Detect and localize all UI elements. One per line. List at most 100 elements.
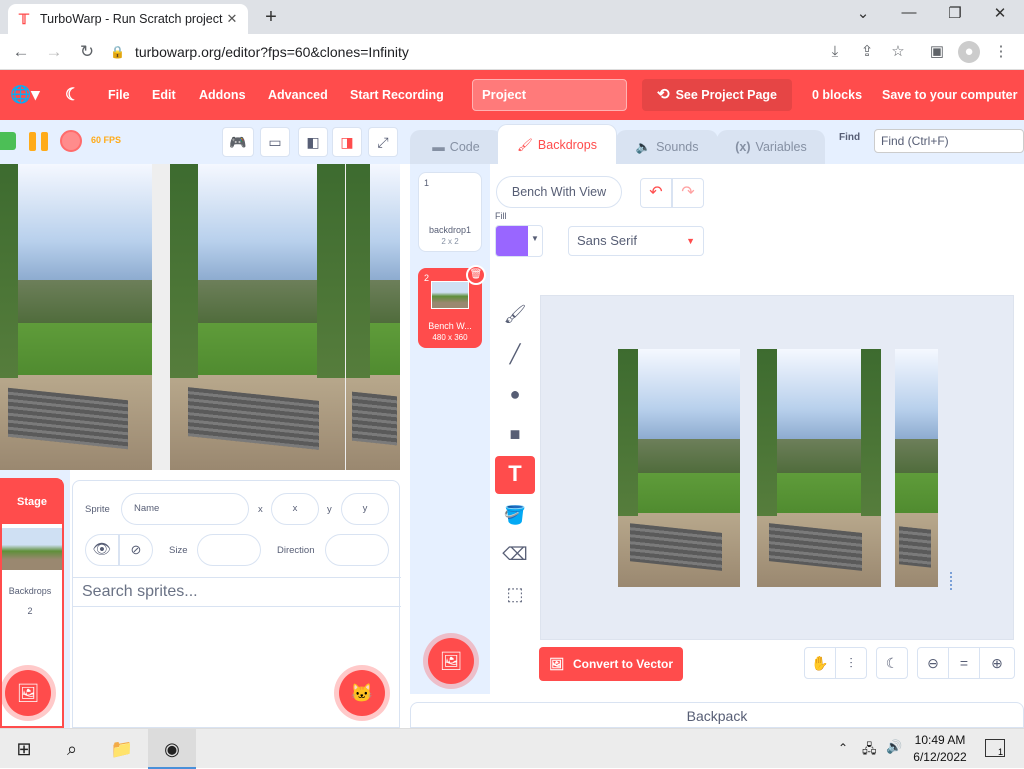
image-add-icon: 🖼 (16, 683, 40, 703)
tab-sounds[interactable]: 🔈 Sounds (616, 130, 718, 164)
new-tab-button[interactable]: + (260, 6, 282, 29)
tab-backdrops[interactable]: 🖌 Backdrops (497, 124, 617, 164)
bookmark-star-icon[interactable]: ☆ (887, 41, 909, 63)
pause-icon-bar[interactable] (41, 132, 48, 151)
convert-to-vector-button[interactable]: 🖼 Convert to Vector (539, 647, 683, 681)
taskbar: ⊞ ⌕ 📁 ◉ ⌃ 🖧 🔊 10:49 AM 6/12/2022 1 (0, 728, 1024, 769)
project-title-input[interactable]: Project (472, 79, 627, 111)
reload-button[interactable]: ↻ (76, 41, 98, 63)
restore-button[interactable]: ❐ (940, 4, 970, 22)
sprite-name-input[interactable]: Name (121, 493, 249, 525)
zoom-in-icon[interactable]: ⊕ (979, 647, 1015, 679)
delete-trash-icon[interactable]: 🗑 (466, 265, 486, 285)
file-explorer-icon[interactable]: 📁 (98, 729, 146, 769)
redo-icon[interactable]: ↷ (672, 178, 704, 208)
hide-eye-icon[interactable]: ⊘ (119, 534, 153, 566)
brush-tool-icon[interactable]: 🖌 (496, 296, 534, 332)
share-icon[interactable]: ⇪ (856, 41, 878, 63)
save-to-computer-button[interactable]: Save to your computer (882, 70, 1017, 120)
zoom-out-icon[interactable]: ⊖ (917, 647, 949, 679)
choose-sprite-button[interactable]: 🐱 (339, 670, 385, 716)
show-eye-icon[interactable]: 👁 (85, 534, 119, 566)
circle-tool-icon[interactable]: ● (496, 376, 534, 412)
lock-icon[interactable]: 🔒 (110, 45, 125, 59)
pause-icon[interactable] (29, 132, 36, 151)
x-label: x (258, 504, 263, 515)
system-clock[interactable]: 10:49 AM 6/12/2022 (905, 732, 975, 766)
bitmap-rotation-icon[interactable]: ⫶ (835, 647, 867, 679)
kebab-menu-icon[interactable]: ⋮ (990, 41, 1012, 63)
gamepad-icon[interactable]: 🎮 (222, 127, 254, 157)
find-input[interactable]: Find (Ctrl+F) (874, 129, 1024, 153)
tab-variables[interactable]: (x) Variables (717, 130, 825, 164)
y-input[interactable]: y (341, 493, 389, 525)
choose-backdrop-paint-button[interactable]: 🖼 (428, 638, 474, 684)
menu-addons[interactable]: Addons (199, 70, 246, 120)
costume-name-input[interactable]: Bench With View (496, 176, 622, 208)
backdrop-tile-selected[interactable]: 2 Bench W... 480 x 360 🗑 (418, 265, 486, 348)
size-input[interactable] (197, 534, 261, 566)
hand-drag-icon[interactable]: ✋ (804, 647, 836, 679)
fullscreen-icon[interactable]: ⤢ (368, 127, 398, 157)
theme-moon-icon[interactable]: ☾ (65, 70, 80, 120)
green-flag-icon[interactable] (0, 132, 16, 150)
fill-bucket-icon[interactable]: 🪣 (496, 497, 534, 533)
chrome-icon[interactable]: ◉ (148, 729, 196, 769)
backdrop-artwork[interactable] (618, 349, 938, 587)
profile-avatar-icon[interactable]: ● (958, 41, 980, 63)
direction-input[interactable] (325, 534, 389, 566)
cat-add-icon: 🐱 (350, 683, 374, 703)
menu-file[interactable]: File (108, 70, 130, 120)
backdrop-tile[interactable]: 1 backdrop1 2 x 2 (418, 172, 482, 252)
windows-start-icon[interactable]: ⊞ (0, 729, 48, 769)
fill-color-picker[interactable]: ▼ (495, 225, 543, 257)
stage-canvas[interactable] (0, 164, 400, 470)
back-button[interactable]: ← (10, 41, 32, 63)
side-panel-icon[interactable]: ▣ (926, 41, 948, 63)
search-sprites-input[interactable]: Search sprites... (73, 577, 401, 607)
network-icon[interactable]: 🖧 (862, 740, 877, 762)
browser-tab[interactable]: 𝕋 TurboWarp - Run Scratch project ✕ (8, 4, 248, 34)
close-tab-icon[interactable]: ✕ (224, 11, 240, 27)
image-icon: 🖼 (549, 657, 565, 671)
undo-icon[interactable]: ↶ (640, 178, 672, 208)
see-project-page-button[interactable]: ⟲ See Project Page (642, 79, 792, 111)
stage-thumbnail (2, 528, 62, 570)
minimize-button[interactable]: — (894, 4, 924, 21)
theme-moon-icon[interactable]: ☾ (876, 647, 908, 679)
normal-stage-icon[interactable]: ◨ (332, 127, 362, 157)
close-window-button[interactable]: ✕ (985, 4, 1015, 22)
start-recording-button[interactable]: Start Recording (350, 70, 444, 120)
font-dropdown[interactable]: Sans Serif ▼ (568, 226, 704, 256)
backpack-bar[interactable]: Backpack (410, 702, 1024, 728)
tab-title: TurboWarp - Run Scratch project (40, 12, 223, 26)
choose-backdrop-button[interactable]: 🖼 (5, 670, 51, 716)
notification-icon[interactable]: 1 (985, 739, 1005, 757)
language-globe-icon[interactable]: 🌐▾ (10, 70, 40, 120)
search-icon[interactable]: ⌕ (48, 729, 96, 769)
text-tool-icon[interactable]: T (495, 456, 535, 494)
direction-label: Direction (277, 545, 315, 556)
small-stage-icon[interactable]: ◧ (298, 127, 328, 157)
zoom-reset-button[interactable]: = (948, 647, 980, 679)
menu-edit[interactable]: Edit (152, 70, 176, 120)
rectangle-tool-icon[interactable]: ■ (496, 416, 534, 452)
install-app-icon[interactable]: ⤓ (824, 41, 846, 63)
stop-icon[interactable] (60, 130, 82, 152)
line-tool-icon[interactable]: ╱ (496, 336, 534, 372)
eraser-tool-icon[interactable]: ⌫ (496, 536, 534, 572)
chevron-down-icon[interactable]: ⌄ (848, 4, 878, 22)
backdrop-panel (895, 349, 938, 587)
chevron-up-icon[interactable]: ⌃ (838, 741, 848, 755)
forward-button[interactable]: → (43, 41, 65, 63)
x-input[interactable]: x (271, 493, 319, 525)
tab-code[interactable]: ▬ Code (410, 130, 502, 164)
stage-options-icon[interactable]: ▭ (260, 127, 290, 157)
menu-advanced[interactable]: Advanced (268, 70, 328, 120)
volume-icon[interactable]: 🔊 (886, 739, 902, 755)
size-label: Size (169, 545, 188, 556)
address-field[interactable]: 🔒 turbowarp.org/editor?fps=60&clones=Inf… (110, 37, 810, 67)
notification-count: 1 (997, 747, 1003, 757)
select-tool-icon[interactable]: ⬚ (496, 576, 534, 612)
remix-arrow-icon: ⟲ (656, 86, 670, 103)
